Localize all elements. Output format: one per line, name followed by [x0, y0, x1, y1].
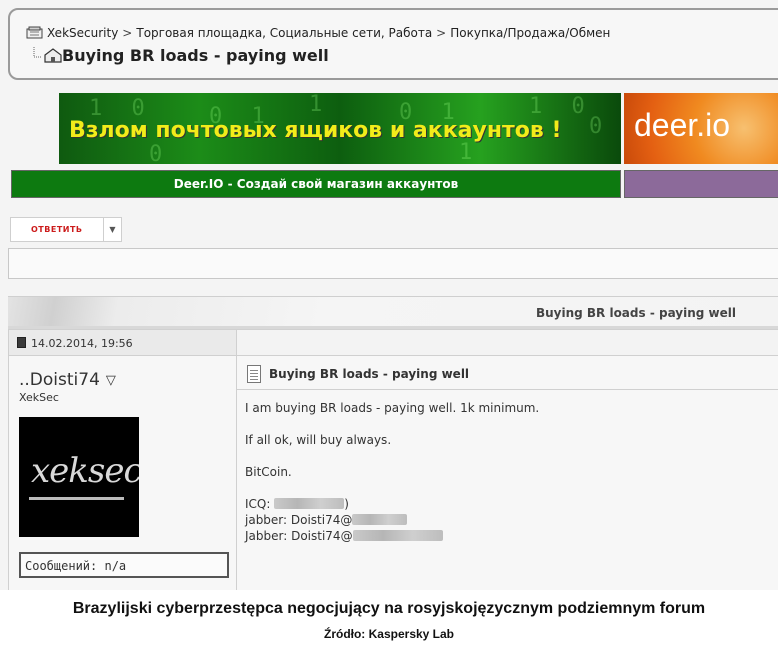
breadcrumb: XekSecurity > Торговая площадка, Социальны…	[8, 8, 778, 80]
deer-io-logo-text: deer.io	[634, 107, 731, 143]
ad-banner-mail-hacking[interactable]: 1 00 11 0 11 00 01 Взлом почтовых ящиков…	[59, 93, 621, 164]
svg-text:1: 1	[459, 140, 480, 164]
ad-banner-deer-io[interactable]: deer.io	[624, 93, 778, 164]
breadcrumb-link-category[interactable]: Торговая площадка, Социальные сети, Рабо…	[136, 26, 432, 40]
reply-button[interactable]: ОТВЕТИТЬ ▼	[10, 217, 122, 242]
avatar-underline-decoration	[29, 497, 124, 500]
figure-source: Źródło: Kaspersky Lab	[323, 627, 455, 641]
post-author-panel: ..Doisti74 ▽ XekSec xeksec Сообщений: n/a	[9, 356, 237, 590]
ad-bar-deer-shop[interactable]: Deer.IO - Создай свой магазин аккаунтов	[11, 170, 621, 198]
author-post-count-label: Сообщений: n/a	[25, 559, 127, 573]
post: 14.02.2014, 19:56 ..Doisti74 ▽ XekSec xek…	[8, 329, 778, 590]
message-line-2: If all ok, will buy always.	[245, 433, 392, 447]
breadcrumb-separator: >	[436, 26, 447, 40]
redacted-icq-number	[274, 498, 345, 509]
svg-text:0: 0	[589, 114, 610, 139]
svg-text:1 0: 1 0	[529, 94, 593, 119]
breadcrumb-separator: >	[122, 26, 133, 40]
post-header: Buying BR loads - paying well	[8, 296, 778, 329]
message-line-1: I am buying BR loads - paying well. 1k m…	[245, 401, 540, 415]
svg-text:0: 0	[149, 142, 170, 164]
user-menu-chevron-icon[interactable]: ▽	[106, 373, 116, 388]
avatar: xeksec	[19, 417, 139, 537]
author-post-count: Сообщений: n/a	[19, 552, 229, 578]
ad-bar-text: Deer.IO - Создай свой магазин аккаунтов	[173, 177, 459, 191]
thread-title: Buying BR loads - paying well	[62, 46, 329, 65]
document-icon	[247, 365, 261, 383]
avatar-logo-text: xeksec	[31, 451, 139, 491]
icq-label: ICQ:	[245, 497, 271, 511]
post-date-row-right	[237, 330, 778, 356]
message-jabber-line-1: jabber: Doisti74@	[245, 513, 408, 527]
thread-tools-bar	[8, 248, 778, 279]
thread-folder-icon	[33, 47, 62, 63]
post-message: Buying BR loads - paying well I am buyin…	[237, 356, 778, 590]
author-username[interactable]: ..Doisti74 ▽	[19, 370, 116, 390]
breadcrumb-link-subforum[interactable]: Покупка/Продажа/Обмен	[450, 26, 610, 40]
forum-home-icon[interactable]	[26, 26, 43, 39]
message-title: Buying BR loads - paying well	[269, 367, 470, 381]
message-icq-line: ICQ: )	[245, 497, 349, 511]
forum-screenshot: XekSecurity > Торговая площадка, Социальны…	[0, 0, 778, 590]
message-jabber-line-2: Jabber: Doisti74@	[245, 529, 443, 543]
ad-bar-purple[interactable]	[624, 170, 778, 198]
message-title-row: Buying BR loads - paying well	[237, 364, 778, 390]
redacted-jabber-domain-2	[352, 530, 443, 541]
redacted-jabber-domain-1	[352, 514, 408, 525]
author-username-text[interactable]: ..Doisti74	[19, 370, 100, 390]
figure-caption: Brazylijski cyberprzestępca negocjujący …	[72, 600, 706, 617]
breadcrumb-trail: XekSecurity > Торговая площадка, Социальны…	[26, 26, 610, 40]
reply-button-label: ОТВЕТИТЬ	[31, 225, 83, 234]
jabber-label-2: Jabber: Doisti74@	[245, 529, 353, 543]
post-header-title: Buying BR loads - paying well	[535, 306, 736, 320]
message-line-3: BitCoin.	[245, 465, 292, 479]
banner-main-text: Взлом почтовых ящиков и аккаунтов !	[69, 118, 562, 143]
post-status-icon	[17, 337, 26, 348]
dropdown-arrow-icon[interactable]: ▼	[103, 218, 121, 241]
post-date: 14.02.2014, 19:56	[31, 337, 133, 350]
icq-close-paren: )	[344, 497, 349, 511]
author-user-title: XekSec	[19, 391, 59, 404]
page-title: Buying BR loads - paying well	[32, 46, 329, 65]
jabber-label-1: jabber: Doisti74@	[245, 513, 353, 527]
post-date-row: 14.02.2014, 19:56	[9, 330, 237, 356]
breadcrumb-link-home[interactable]: XekSecurity	[47, 26, 118, 40]
svg-text:1: 1	[309, 93, 330, 117]
